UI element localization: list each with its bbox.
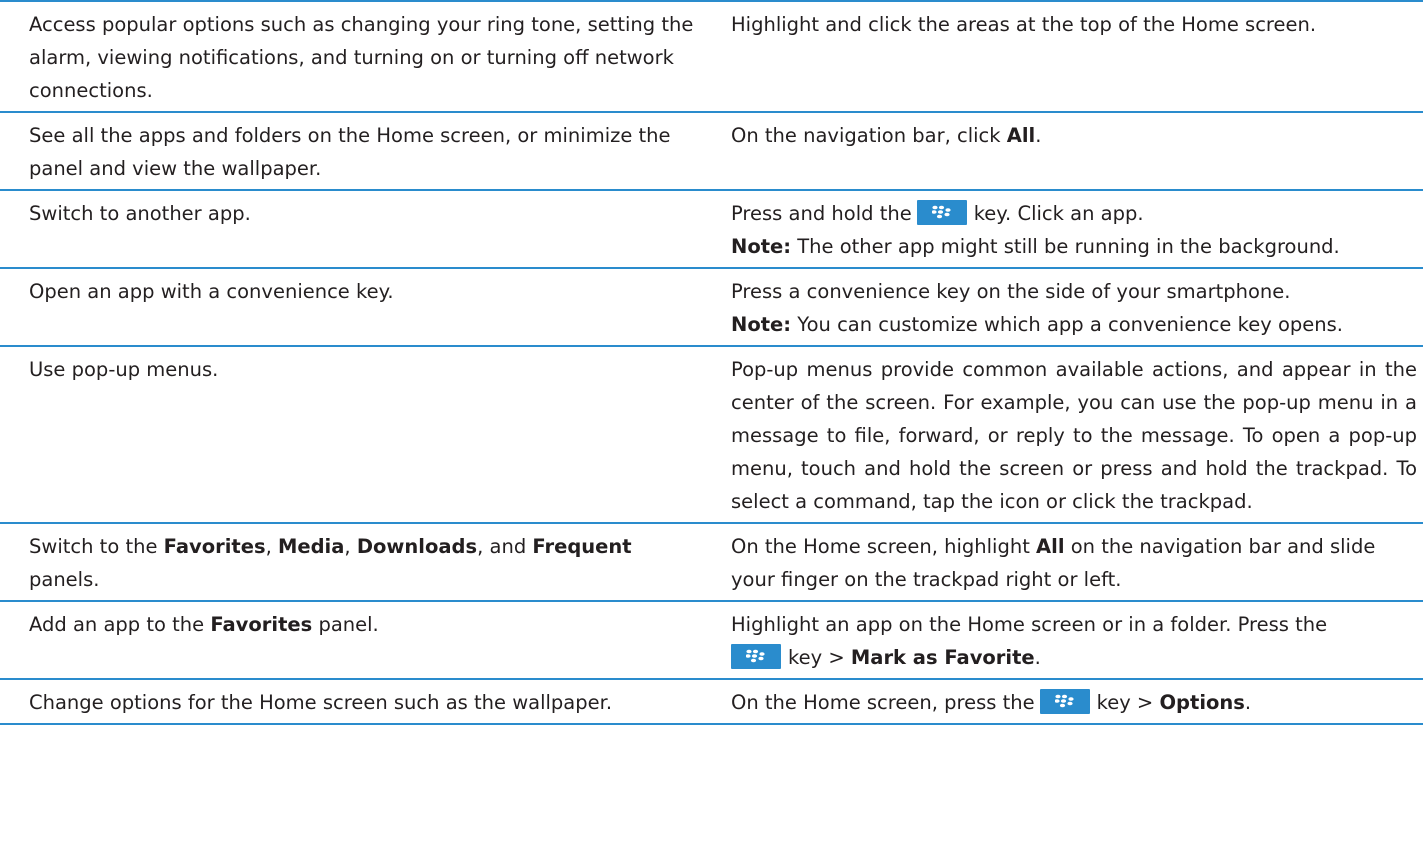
bold-term: Favorites	[163, 535, 266, 558]
instruction-cell: Pop-up menus provide common available ac…	[700, 353, 1423, 518]
table-row: Open an app with a convenience key. Pres…	[0, 267, 1423, 345]
bold-term: Frequent	[532, 535, 632, 558]
instruction-text: Highlight an app on the Home screen or i…	[731, 613, 1328, 636]
action-text-part: Switch to the	[29, 535, 164, 558]
table-row: Change options for the Home screen such …	[0, 678, 1423, 725]
blackberry-menu-key-icon	[731, 644, 781, 669]
instruction-cell: Press a convenience key on the side of y…	[700, 275, 1423, 341]
action-text-part: panels.	[29, 568, 100, 591]
note-text: You can customize which app a convenienc…	[791, 313, 1343, 336]
table-row: See all the apps and folders on the Home…	[0, 111, 1423, 189]
instruction-text-part: Press and hold the	[731, 202, 912, 225]
instruction-cell: On the Home screen, highlight All on the…	[700, 530, 1423, 596]
instruction-text-part: On the navigation bar, click	[731, 124, 1007, 147]
action-text: Switch to another app.	[29, 202, 251, 225]
instruction-text-part: .	[1035, 124, 1042, 147]
action-text: Add an app to the Favorites panel.	[29, 608, 700, 641]
note: Note: You can customize which app a conv…	[731, 308, 1417, 341]
bold-term: Options	[1159, 691, 1245, 714]
action-cell: See all the apps and folders on the Home…	[0, 119, 700, 185]
bold-term: Favorites	[210, 613, 313, 636]
instruction-text-part: key >	[788, 646, 851, 669]
bold-term: Media	[277, 535, 345, 558]
action-text-part: , and	[477, 535, 533, 558]
action-cell: Switch to the Favorites, Media, Download…	[0, 530, 700, 596]
instruction-text-part: key. Click an app.	[973, 202, 1144, 225]
note: Note: The other app might still be runni…	[731, 230, 1417, 263]
action-cell: Open an app with a convenience key.	[0, 275, 700, 341]
bold-term: Downloads	[356, 535, 478, 558]
note-label: Note:	[731, 235, 792, 258]
instruction-text-part: key >	[1096, 691, 1160, 714]
instruction-text: On the navigation bar, click All.	[731, 119, 1417, 152]
action-cell: Switch to another app.	[0, 197, 700, 263]
instruction-cell: Highlight and click the areas at the top…	[700, 8, 1423, 107]
action-text-part: Add an app to the	[29, 613, 211, 636]
instruction-cell: Highlight an app on the Home screen or i…	[700, 608, 1423, 674]
table-row: Use pop-up menus. Pop-up menus provide c…	[0, 345, 1423, 522]
action-text: Change options for the Home screen such …	[29, 691, 613, 714]
instruction-text: On the Home screen, press the key > Optio…	[731, 686, 1417, 719]
instruction-cell: On the Home screen, press the key > Optio…	[700, 686, 1423, 719]
blackberry-menu-key-icon	[1039, 689, 1090, 714]
instruction-text-part: .	[1034, 646, 1041, 669]
instruction-cell: On the navigation bar, click All.	[700, 119, 1423, 185]
action-text-part: panel.	[312, 613, 379, 636]
blackberry-menu-key-icon	[916, 200, 967, 225]
instruction-text: key > Mark as Favorite.	[731, 641, 1417, 674]
table-row: Add an app to the Favorites panel. Highl…	[0, 600, 1423, 678]
action-cell: Add an app to the Favorites panel.	[0, 608, 700, 674]
instruction-cell: Press and hold the key. Click an app. Not…	[700, 197, 1423, 263]
bold-term: All	[1006, 124, 1036, 147]
table-row: Switch to the Favorites, Media, Download…	[0, 522, 1423, 600]
note-label: Note:	[731, 313, 792, 336]
action-text: Use pop-up menus.	[29, 358, 219, 381]
action-text: Open an app with a convenience key.	[29, 280, 394, 303]
note-text: The other app might still be running in …	[791, 235, 1340, 258]
action-cell: Use pop-up menus.	[0, 353, 700, 518]
instruction-text-part: .	[1244, 691, 1252, 714]
action-cell: Access popular options such as changing …	[0, 8, 700, 107]
action-text: Access popular options such as changing …	[29, 13, 694, 102]
instruction-text-part: On the Home screen, press the	[731, 691, 1035, 714]
bold-term: All	[1036, 535, 1065, 558]
options-table: Access popular options such as changing …	[0, 0, 1423, 725]
table-row: Switch to another app. Press and hold th…	[0, 189, 1423, 267]
instruction-text-part: On the Home screen, highlight	[731, 535, 1037, 558]
instruction-text: Press a convenience key on the side of y…	[731, 280, 1291, 303]
action-cell: Change options for the Home screen such …	[0, 686, 700, 719]
instruction-text: Press and hold the key. Click an app.	[731, 197, 1417, 230]
action-text-part: ,	[344, 535, 357, 558]
action-text-part: ,	[265, 535, 278, 558]
action-text: Switch to the Favorites, Media, Download…	[29, 530, 700, 596]
instruction-text: Pop-up menus provide common available ac…	[731, 358, 1417, 513]
instruction-text: On the Home screen, highlight All on the…	[731, 530, 1417, 596]
instruction-text: Highlight and click the areas at the top…	[731, 13, 1317, 36]
bold-term: Mark as Favorite	[850, 646, 1035, 669]
table-row: Access popular options such as changing …	[0, 0, 1423, 111]
action-text: See all the apps and folders on the Home…	[29, 124, 671, 180]
